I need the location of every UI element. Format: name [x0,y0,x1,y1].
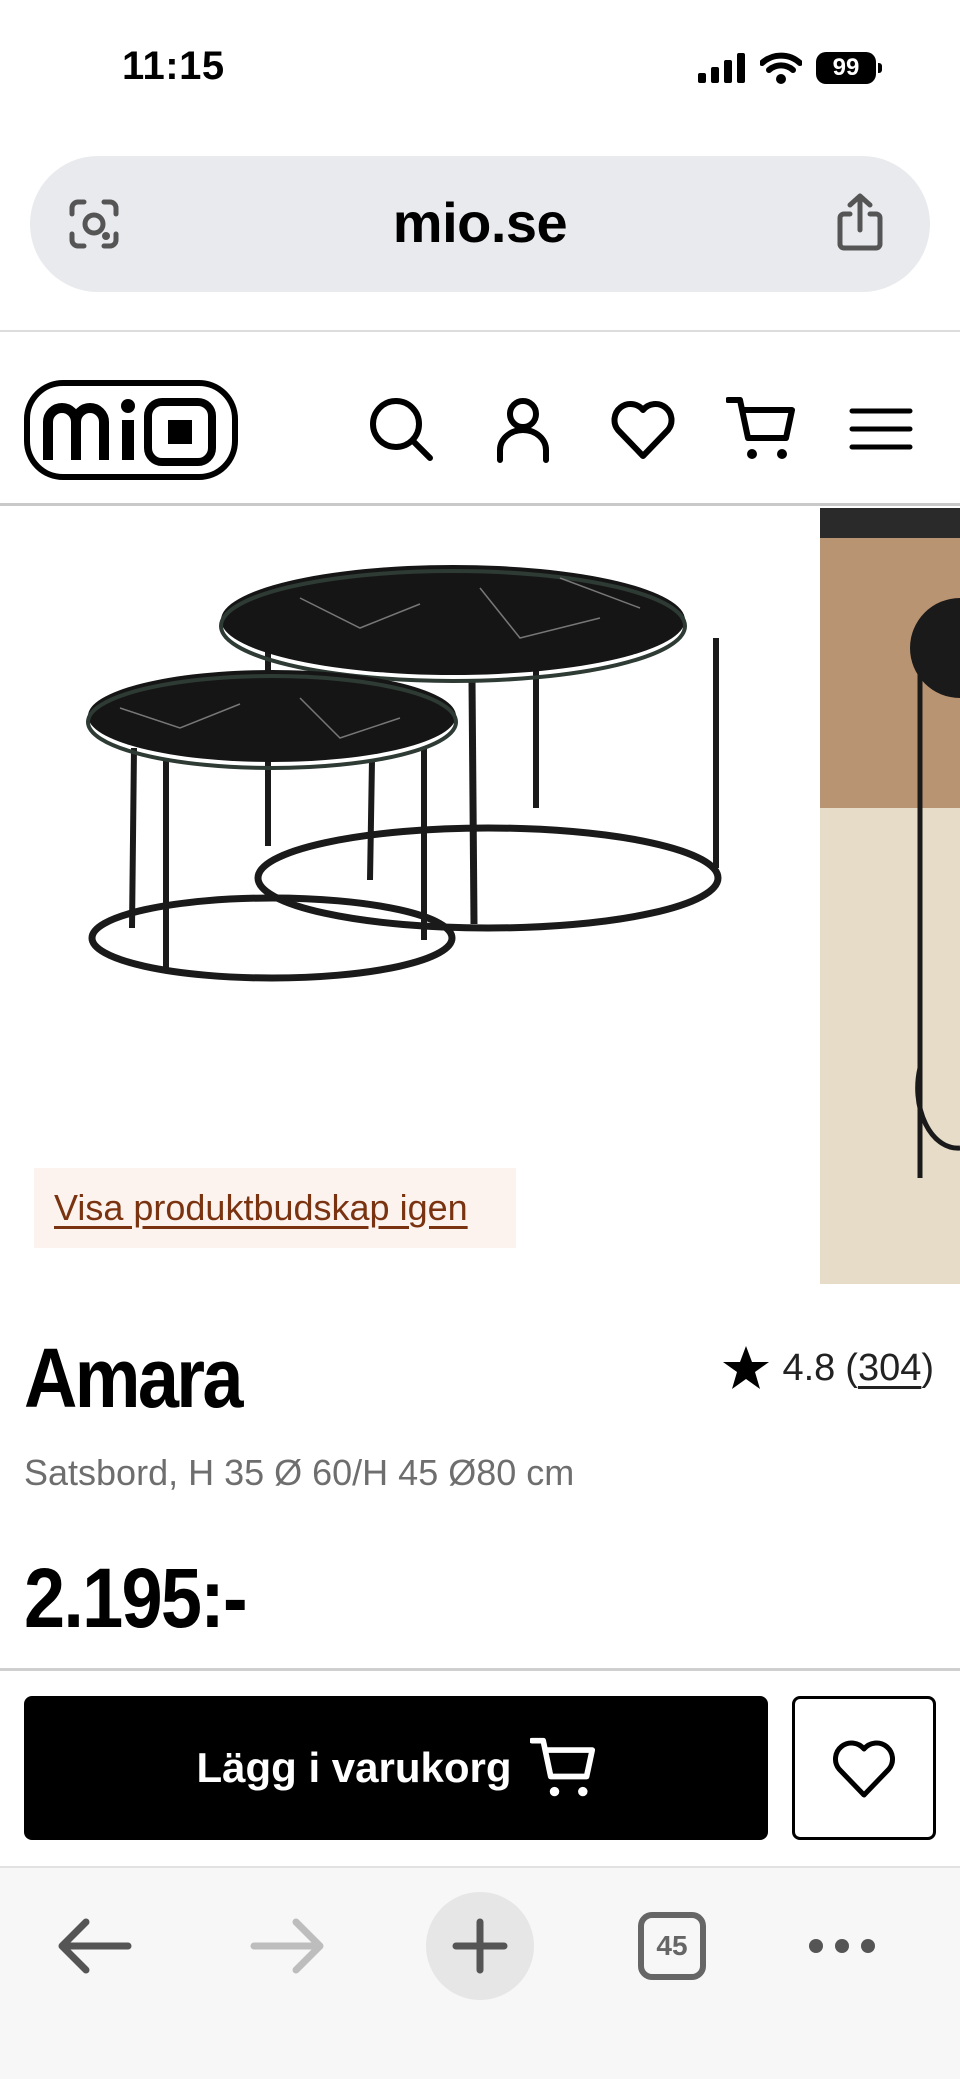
cart-icon [529,1737,595,1797]
status-time: 11:15 [122,44,225,88]
product-price: 2.195:- [24,1551,248,1645]
search-icon[interactable] [366,394,436,464]
more-icon [809,1939,875,1953]
rating-paren-close: ) [921,1346,934,1389]
nesting-tables-illustration [86,565,722,982]
product-subtitle: Satsbord, H 35 Ø 60/H 45 Ø80 cm [24,1452,575,1493]
cart-icon[interactable] [726,394,796,464]
product-gallery[interactable]: Visa produktbudskap igen [0,508,960,1284]
rating-paren-open: ( [845,1346,858,1389]
status-bar: 11:15 99 [0,0,960,140]
show-product-message-label[interactable]: Visa produktbudskap igen [54,1187,468,1229]
add-to-cart-button[interactable]: Lägg i varukorg [24,1696,768,1840]
product-image-next[interactable] [820,508,960,1284]
back-button[interactable] [40,1892,148,2000]
battery-indicator: 99 [816,52,882,84]
share-icon[interactable] [830,192,890,252]
account-icon[interactable] [488,394,558,464]
menu-icon[interactable] [846,394,916,464]
divider [0,1668,960,1671]
browser-toolbar: 45 [0,1866,960,2079]
tabs-count: 45 [638,1912,706,1980]
forward-arrow-icon [250,1918,324,1974]
back-arrow-icon [58,1918,132,1974]
star-icon [723,1346,770,1389]
heart-icon[interactable] [608,394,678,464]
site-header [0,332,960,506]
mio-logo[interactable] [24,380,238,480]
cellular-signal-icon [698,53,745,83]
heart-icon [833,1740,895,1798]
tabs-button[interactable]: 45 [618,1892,726,2000]
show-product-message-link[interactable]: Visa produktbudskap igen [34,1168,516,1248]
url-bar[interactable]: mio.se [30,156,930,292]
rating-value: 4.8 [782,1346,836,1389]
plus-icon [452,1918,508,1974]
product-title: Amara [24,1331,244,1425]
url-text[interactable]: mio.se [30,190,930,255]
more-button[interactable] [788,1892,896,2000]
wifi-icon [760,52,802,84]
add-to-cart-label: Lägg i varukorg [196,1744,512,1791]
forward-button[interactable] [234,1892,342,2000]
wishlist-button[interactable] [792,1696,936,1840]
review-count-link[interactable]: 304 [858,1347,921,1390]
status-icons: 99 [698,52,882,84]
new-tab-button[interactable] [426,1892,534,2000]
product-rating[interactable]: 4.8 ( 304 ) [722,1344,934,1392]
room-photo-illustration [820,508,960,1284]
